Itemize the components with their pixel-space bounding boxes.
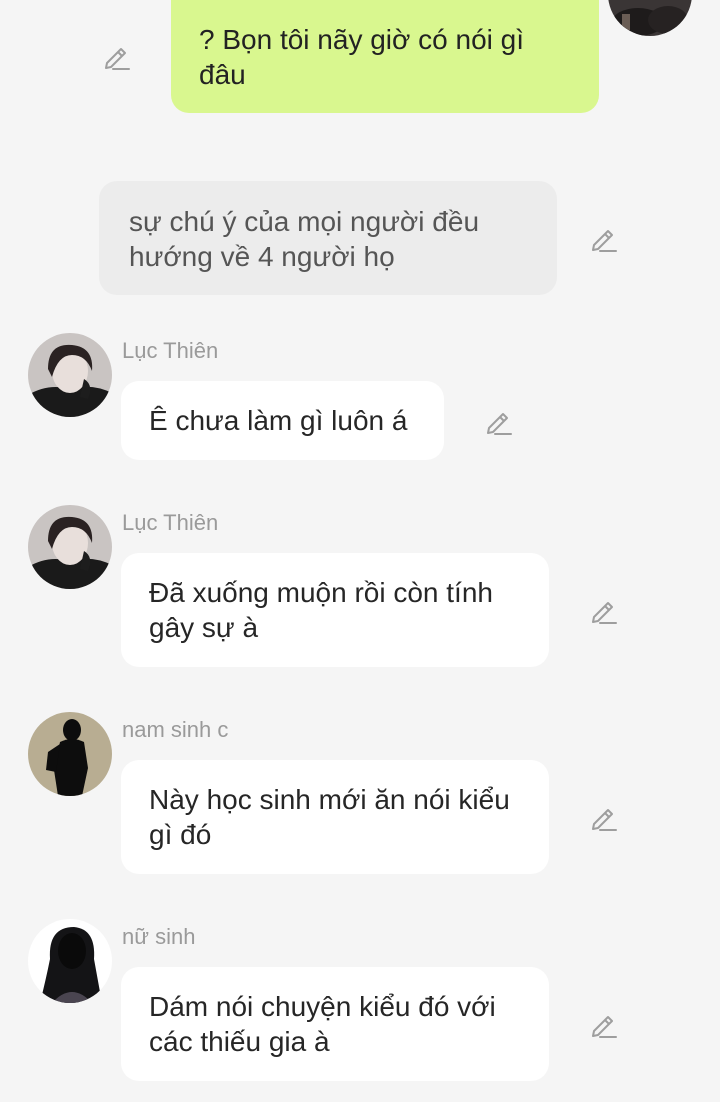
edit-icon[interactable]	[588, 1009, 618, 1039]
dark-haired-man-avatar[interactable]	[28, 505, 112, 589]
message-text: Ê chưa làm gì luôn á	[149, 405, 408, 436]
sender-name: Lục Thiên	[122, 338, 219, 363]
message-text: Đã xuống muộn rồi còn tính gây sự à	[149, 577, 493, 643]
sender-name: Lục Thiên	[122, 510, 219, 535]
sender-name: nữ sinh	[122, 924, 196, 949]
narration-text: sự chú ý của mọi người đều hướng về 4 ng…	[129, 206, 480, 272]
edit-icon[interactable]	[588, 223, 618, 253]
edit-icon[interactable]	[588, 595, 618, 625]
message-text: Này học sinh mới ăn nói kiểu gì đó	[149, 784, 510, 850]
message-bubble[interactable]: Này học sinh mới ăn nói kiểu gì đó	[121, 760, 549, 874]
message-bubble[interactable]: Đã xuống muộn rồi còn tính gây sự à	[121, 553, 549, 667]
edit-icon[interactable]	[101, 41, 131, 71]
edit-icon[interactable]	[483, 406, 513, 436]
narration-bubble[interactable]: sự chú ý của mọi người đều hướng về 4 ng…	[99, 181, 557, 295]
self-avatar[interactable]	[608, 0, 692, 36]
male-silhouette-avatar[interactable]	[28, 712, 112, 796]
sender-name: nam sinh c	[122, 717, 229, 742]
message-bubble[interactable]: Ê chưa làm gì luôn á	[121, 381, 444, 460]
message-bubble[interactable]: ? Bọn tôi nãy giờ có nói gì đâu	[171, 0, 599, 113]
message-bubble[interactable]: Dám nói chuyện kiểu đó với các thiếu gia…	[121, 967, 549, 1081]
female-silhouette-avatar[interactable]	[28, 919, 112, 1003]
dark-haired-man-avatar[interactable]	[28, 333, 112, 417]
edit-icon[interactable]	[588, 802, 618, 832]
message-text: ? Bọn tôi nãy giờ có nói gì đâu	[199, 24, 525, 90]
message-text: Dám nói chuyện kiểu đó với các thiếu gia…	[149, 991, 496, 1057]
